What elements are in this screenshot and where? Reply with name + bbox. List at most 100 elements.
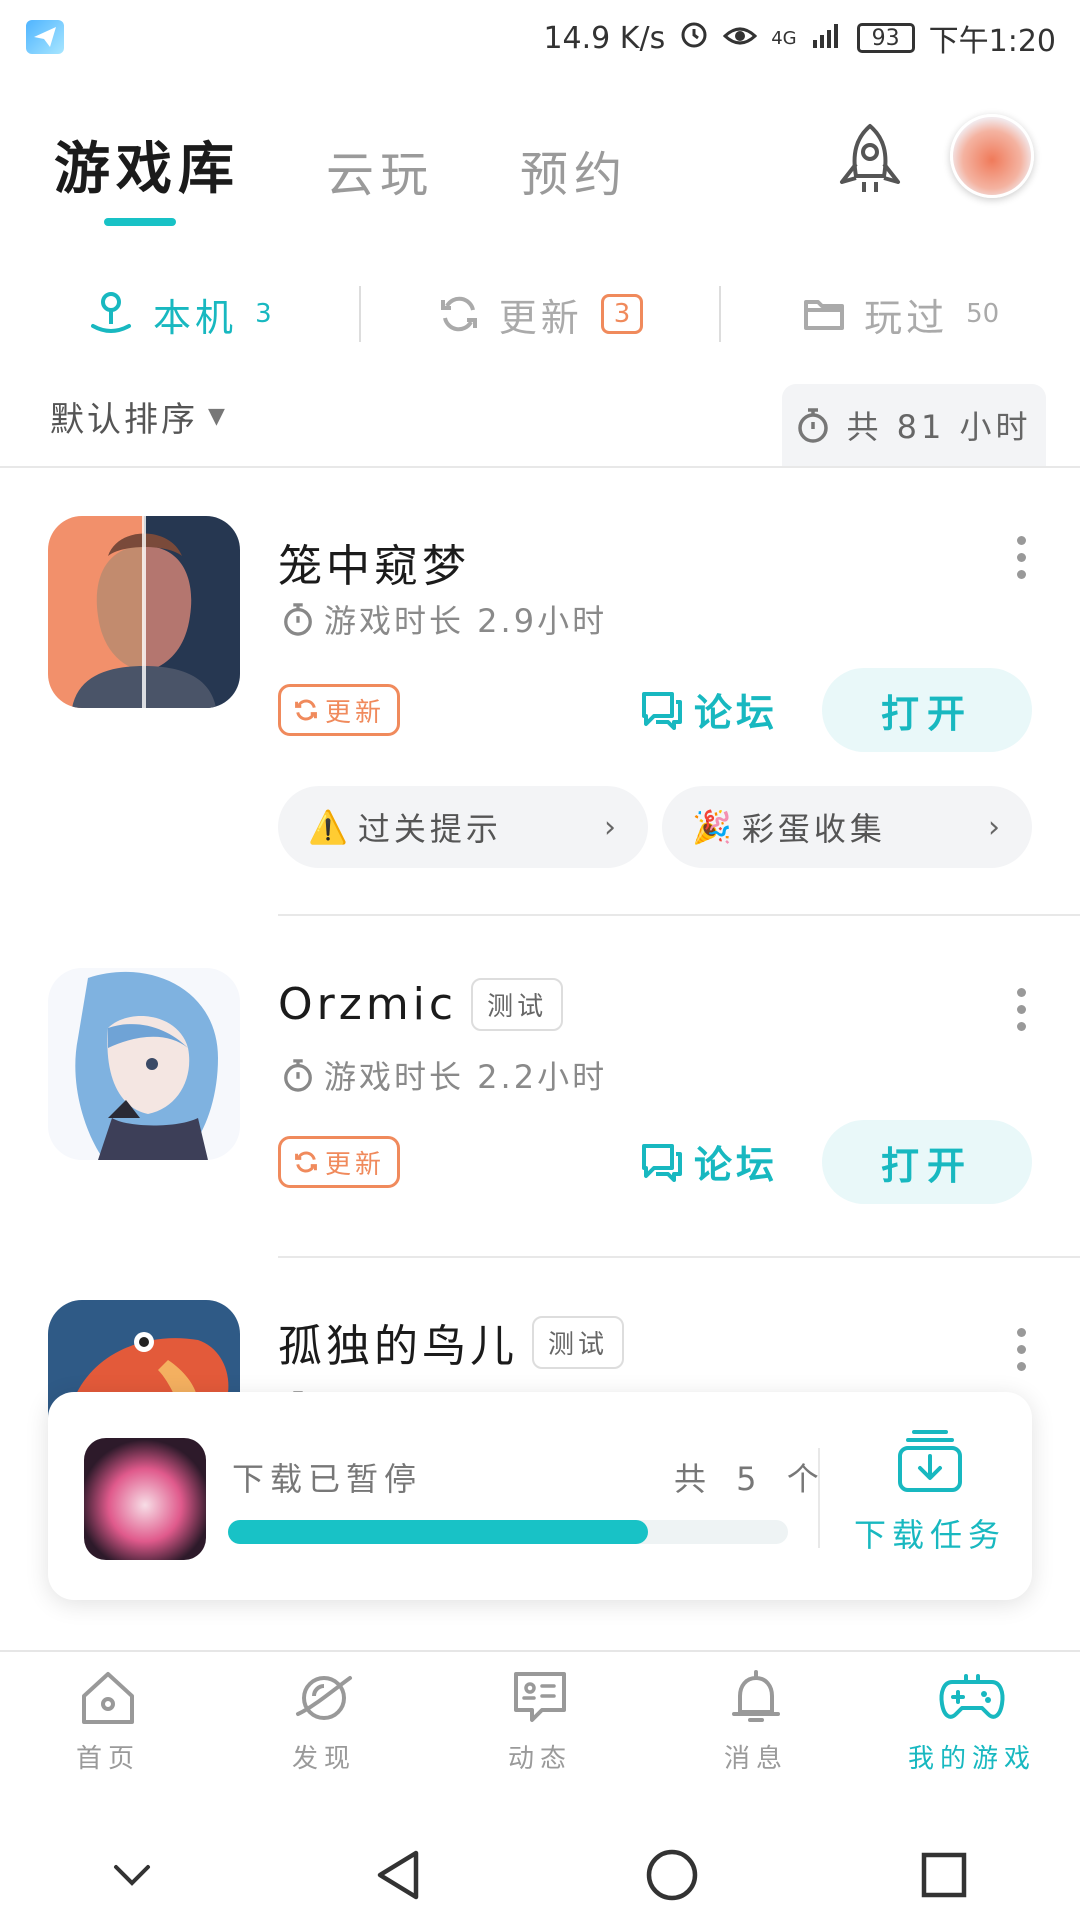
planet-icon [296, 1676, 352, 1720]
subtab-played[interactable]: 玩过 50 [721, 287, 1080, 342]
guide-chip-easter-eggs[interactable]: 🎉 彩蛋收集 › [662, 786, 1032, 868]
tab-cloud-play[interactable]: 云玩 [326, 135, 434, 205]
open-button[interactable]: 打开 [822, 1120, 1032, 1204]
stopwatch-icon [284, 1059, 312, 1092]
home-circle-icon[interactable] [644, 1847, 700, 1903]
nav-feed[interactable]: 动态 [432, 1668, 648, 1798]
nav-home[interactable]: 首页 [0, 1668, 216, 1798]
folder-icon [804, 300, 845, 330]
guide-chip-hints[interactable]: ⚠️ 过关提示 › [278, 786, 648, 868]
guide-chip-label: 过关提示 [357, 810, 502, 848]
game-playtime: 游戏时长 2.2小时 [282, 1052, 607, 1098]
bell-icon [732, 1670, 780, 1722]
back-icon[interactable] [372, 1847, 428, 1903]
total-playtime-label: 共 81 小时 [846, 408, 1032, 446]
open-button[interactable]: 打开 [822, 668, 1032, 752]
update-tag-label: 更新 [324, 1149, 385, 1180]
nav-home-label: 首页 [75, 1744, 140, 1774]
nav-my-games-label: 我的游戏 [907, 1744, 1036, 1774]
sort-dropdown[interactable]: 默认排序 ▼ [50, 392, 228, 441]
stopwatch-icon [798, 408, 829, 443]
download-status: 下载已暂停 [232, 1460, 423, 1498]
nav-feed-label: 动态 [507, 1744, 572, 1774]
chevron-right-icon: › [988, 809, 1004, 845]
forum-button[interactable]: 论坛 [640, 1134, 778, 1189]
sub-tabs: 本机 3 更新 3 玩过 50 [0, 268, 1080, 360]
chevron-right-icon: › [604, 809, 620, 845]
game-guides: ⚠️ 过关提示 › 🎉 彩蛋收集 › [278, 786, 1032, 868]
more-icon [1016, 1328, 1026, 1337]
download-tray-icon [898, 1430, 962, 1492]
download-bar[interactable]: 下载已暂停 共 5 个 下载任务 [48, 1392, 1032, 1600]
game-icon[interactable] [48, 968, 240, 1160]
rocket-button[interactable] [830, 120, 910, 200]
feed-icon [514, 1672, 566, 1722]
recents-icon[interactable] [916, 1847, 972, 1903]
stopwatch-icon [284, 603, 312, 636]
game-title-text: 笼中窥梦 [278, 541, 470, 592]
game-title-text: 孤独的鸟儿 [278, 1321, 518, 1372]
status-indicators: 14.9 K/s 4G 93 下午1:20 [543, 16, 1056, 60]
active-tab-indicator [104, 218, 176, 226]
game-playtime-text: 游戏时长 2.9小时 [324, 602, 608, 640]
list-divider [0, 466, 1080, 468]
subtab-local[interactable]: 本机 3 [0, 287, 359, 342]
subtab-played-count: 50 [966, 299, 1000, 329]
nav-messages[interactable]: 消息 [648, 1668, 864, 1798]
more-options-button[interactable] [1010, 1328, 1032, 1371]
more-icon [1016, 536, 1026, 545]
list-divider [278, 1256, 1080, 1258]
forum-button-label: 论坛 [694, 1143, 779, 1187]
download-tasks-label: 下载任务 [853, 1516, 1006, 1554]
home-icon [82, 1672, 134, 1724]
forum-button-label: 论坛 [694, 691, 779, 735]
update-tag-label: 更新 [324, 697, 385, 728]
refresh-icon [295, 1151, 317, 1173]
joystick-icon [91, 292, 132, 333]
party-popper-icon: 🎉 [692, 808, 736, 846]
game-icon[interactable] [48, 516, 240, 708]
more-icon [1016, 988, 1026, 997]
update-tag[interactable]: 更新 [278, 1136, 400, 1188]
forum-button[interactable]: 论坛 [640, 682, 778, 737]
subtab-played-label: 玩过 [864, 295, 949, 340]
game-playtime-text: 游戏时长 2.2小时 [324, 1058, 608, 1096]
signal-icon [811, 20, 843, 56]
chat-icon [642, 1143, 682, 1182]
download-game-thumbnail [84, 1438, 206, 1560]
more-options-button[interactable] [1010, 536, 1032, 579]
subtab-local-count: 3 [255, 299, 272, 329]
download-tasks-button[interactable]: 下载任务 [840, 1428, 1020, 1556]
download-divider [818, 1448, 820, 1548]
alarm-icon [679, 19, 709, 57]
nav-my-games[interactable]: 我的游戏 [864, 1668, 1080, 1798]
test-tag: 测试 [532, 1315, 625, 1369]
download-count: 共 5 个 [674, 1460, 829, 1498]
guide-chip-label: 彩蛋收集 [741, 810, 886, 848]
game-title: Orzmic 测试 [278, 978, 564, 1031]
test-tag: 测试 [471, 978, 564, 1031]
refresh-icon [440, 296, 477, 332]
subtab-updates[interactable]: 更新 3 [361, 287, 720, 342]
update-tag[interactable]: 更新 [278, 684, 400, 736]
app-notification-icon [26, 20, 64, 54]
tab-reservation[interactable]: 预约 [520, 135, 628, 205]
subtab-local-label: 本机 [153, 295, 238, 340]
tab-game-library[interactable]: 游戏库 [54, 124, 240, 205]
game-title-text: Orzmic [278, 979, 458, 1030]
clock: 下午1:20 [928, 24, 1056, 59]
download-progress-track [228, 1520, 788, 1544]
signal-label: 4G [771, 27, 797, 49]
nav-discover[interactable]: 发现 [216, 1668, 432, 1798]
sort-label: 默认排序 [50, 400, 198, 440]
download-progress-fill [228, 1520, 648, 1544]
game-title: 孤独的鸟儿 测试 [278, 1310, 625, 1374]
more-options-button[interactable] [1010, 988, 1032, 1031]
gamepad-icon [939, 1674, 1005, 1719]
chevron-down-icon[interactable] [108, 1855, 156, 1895]
warning-icon: ⚠️ [308, 808, 352, 846]
caret-down-icon: ▼ [208, 404, 228, 429]
game-playtime: 游戏时长 2.9小时 [282, 596, 607, 642]
status-bar: 14.9 K/s 4G 93 下午1:20 [0, 0, 1080, 74]
user-avatar[interactable] [950, 114, 1034, 198]
